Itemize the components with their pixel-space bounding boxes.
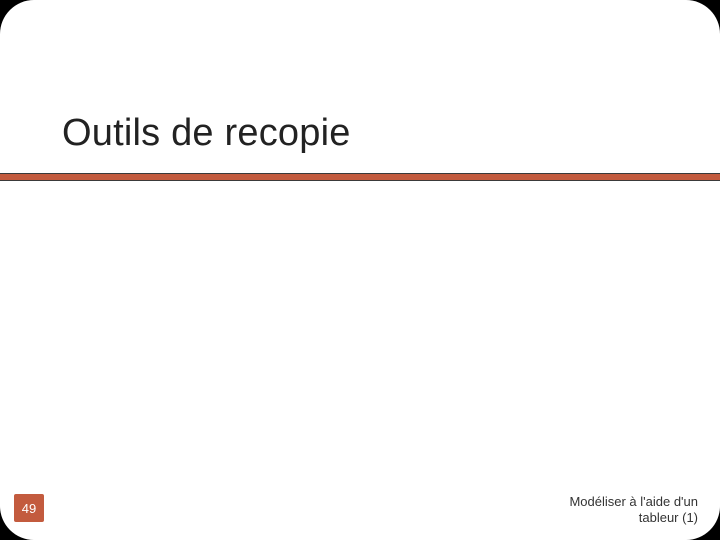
divider [0,173,720,181]
slide-title: Outils de recopie [62,112,351,155]
slide: Outils de recopie 49 Modéliser à l'aide … [0,0,720,540]
footer-text: Modéliser à l'aide d'un tableur (1) [538,494,698,527]
page-number-badge: 49 [14,494,44,522]
